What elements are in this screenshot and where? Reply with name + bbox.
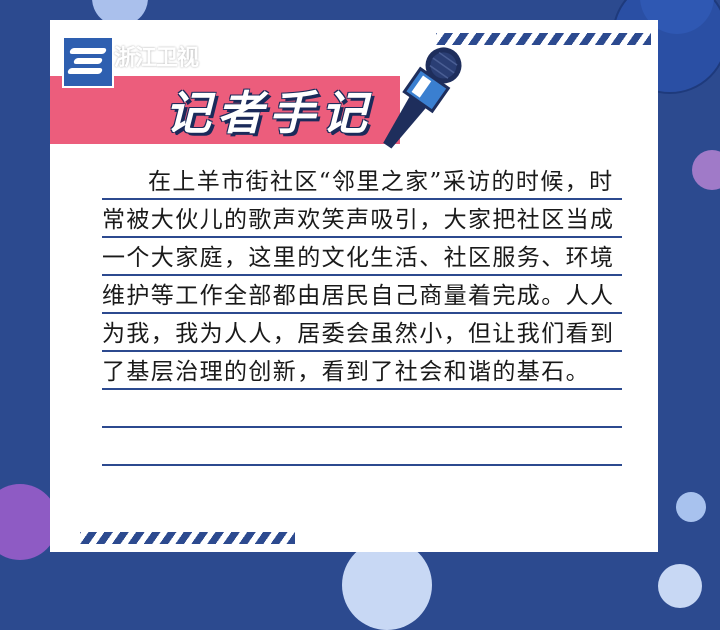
card-title: 记者手记	[165, 86, 373, 140]
reporter-notes-card: 记者手记 在上羊市街社区“邻里之家”采访的时候，时常被大伙儿的歌声欢笑声吸引，大…	[50, 20, 658, 552]
microphone-icon	[383, 47, 462, 149]
tv-station-logo-icon	[62, 36, 114, 88]
channel-name: 浙江卫视	[114, 46, 199, 71]
notes-paragraph: 在上羊市街社区“邻里之家”采访的时候，时常被大伙儿的歌声欢笑声吸引，大家把社区当…	[102, 163, 622, 473]
decor-stripes-bottom	[80, 532, 295, 544]
decor-circle	[676, 492, 706, 522]
decor-circle	[342, 540, 432, 630]
decor-circle	[692, 150, 720, 190]
decor-circle	[658, 564, 702, 608]
